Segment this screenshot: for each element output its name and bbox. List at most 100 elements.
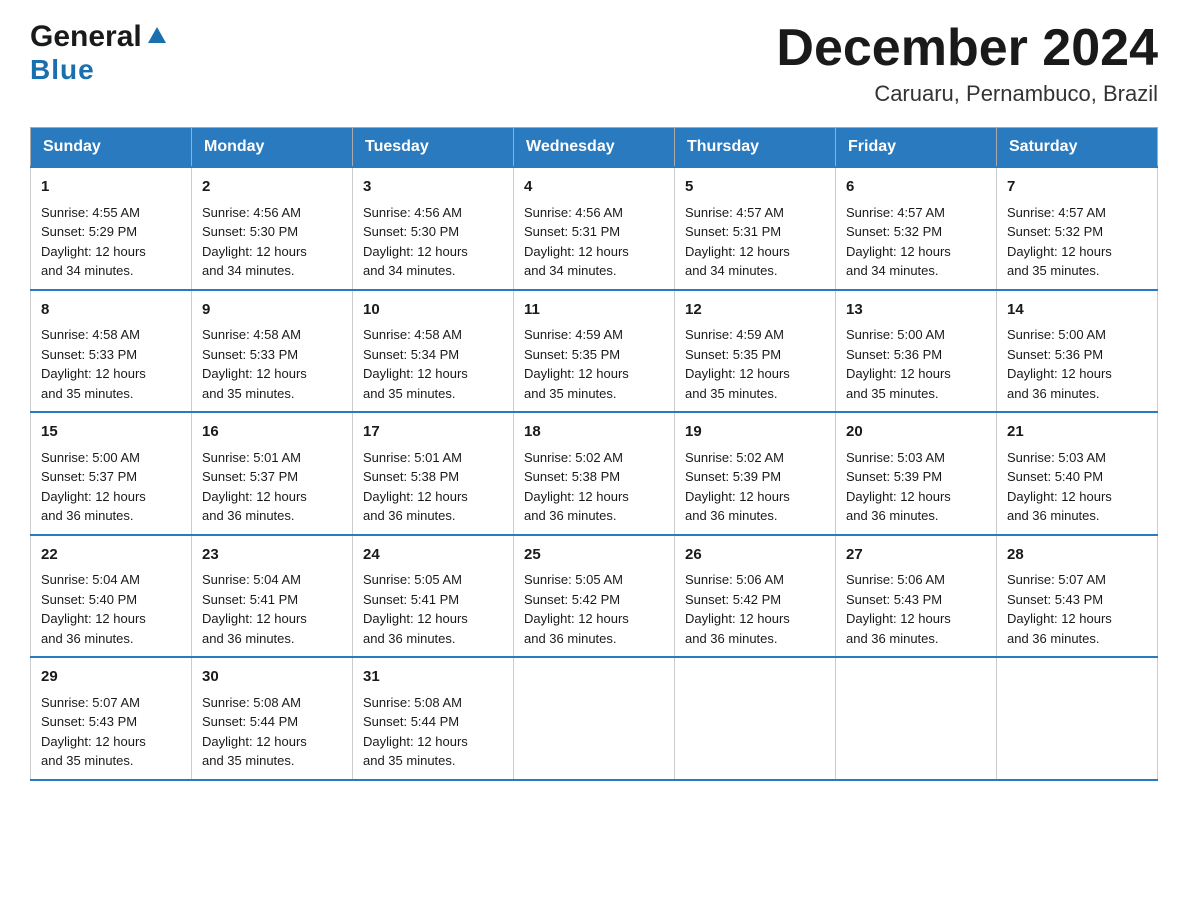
- day-info: Sunrise: 4:55 AM Sunset: 5:29 PM Dayligh…: [41, 203, 181, 281]
- day-info: Sunrise: 5:08 AM Sunset: 5:44 PM Dayligh…: [202, 693, 342, 771]
- day-number: 8: [41, 299, 181, 322]
- day-info: Sunrise: 4:59 AM Sunset: 5:35 PM Dayligh…: [524, 325, 664, 403]
- calendar-cell: 6 Sunrise: 4:57 AM Sunset: 5:32 PM Daylig…: [836, 167, 997, 290]
- day-info: Sunrise: 5:03 AM Sunset: 5:39 PM Dayligh…: [846, 448, 986, 526]
- day-number: 26: [685, 544, 825, 567]
- day-info: Sunrise: 5:03 AM Sunset: 5:40 PM Dayligh…: [1007, 448, 1147, 526]
- calendar-cell: 7 Sunrise: 4:57 AM Sunset: 5:32 PM Daylig…: [997, 167, 1158, 290]
- column-header-tuesday: Tuesday: [353, 128, 514, 168]
- calendar-cell: 13 Sunrise: 5:00 AM Sunset: 5:36 PM Dayli…: [836, 290, 997, 413]
- page-subtitle: Caruaru, Pernambuco, Brazil: [776, 81, 1158, 107]
- day-number: 24: [363, 544, 503, 567]
- day-info: Sunrise: 5:00 AM Sunset: 5:36 PM Dayligh…: [846, 325, 986, 403]
- day-number: 31: [363, 666, 503, 689]
- day-info: Sunrise: 5:07 AM Sunset: 5:43 PM Dayligh…: [1007, 570, 1147, 648]
- day-number: 6: [846, 176, 986, 199]
- day-number: 25: [524, 544, 664, 567]
- column-header-thursday: Thursday: [675, 128, 836, 168]
- day-info: Sunrise: 4:57 AM Sunset: 5:32 PM Dayligh…: [1007, 203, 1147, 281]
- calendar-week-row: 22 Sunrise: 5:04 AM Sunset: 5:40 PM Dayli…: [31, 535, 1158, 658]
- calendar-cell: [836, 657, 997, 780]
- day-info: Sunrise: 5:02 AM Sunset: 5:38 PM Dayligh…: [524, 448, 664, 526]
- logo-general: General: [30, 20, 142, 54]
- calendar-cell: 5Sunrise: 4:57 AM Sunset: 5:31 PM Daylig…: [675, 167, 836, 290]
- day-info: Sunrise: 5:04 AM Sunset: 5:41 PM Dayligh…: [202, 570, 342, 648]
- day-info: Sunrise: 5:01 AM Sunset: 5:37 PM Dayligh…: [202, 448, 342, 526]
- day-number: 30: [202, 666, 342, 689]
- day-number: 22: [41, 544, 181, 567]
- calendar-cell: 25 Sunrise: 5:05 AM Sunset: 5:42 PM Dayli…: [514, 535, 675, 658]
- day-number: 17: [363, 421, 503, 444]
- day-info: Sunrise: 5:02 AM Sunset: 5:39 PM Dayligh…: [685, 448, 825, 526]
- calendar-header-row: SundayMondayTuesdayWednesdayThursdayFrid…: [31, 128, 1158, 168]
- day-info: Sunrise: 4:58 AM Sunset: 5:34 PM Dayligh…: [363, 325, 503, 403]
- day-info: Sunrise: 5:01 AM Sunset: 5:38 PM Dayligh…: [363, 448, 503, 526]
- day-number: 13: [846, 299, 986, 322]
- day-info: Sunrise: 5:08 AM Sunset: 5:44 PM Dayligh…: [363, 693, 503, 771]
- title-block: December 2024 Caruaru, Pernambuco, Brazi…: [776, 20, 1158, 107]
- day-number: 20: [846, 421, 986, 444]
- calendar-cell: 18 Sunrise: 5:02 AM Sunset: 5:38 PM Dayli…: [514, 412, 675, 535]
- calendar-cell: 30 Sunrise: 5:08 AM Sunset: 5:44 PM Dayli…: [192, 657, 353, 780]
- day-info: Sunrise: 5:00 AM Sunset: 5:37 PM Dayligh…: [41, 448, 181, 526]
- day-number: 5: [685, 176, 825, 199]
- calendar-cell: 31 Sunrise: 5:08 AM Sunset: 5:44 PM Dayli…: [353, 657, 514, 780]
- day-info: Sunrise: 5:06 AM Sunset: 5:42 PM Dayligh…: [685, 570, 825, 648]
- day-info: Sunrise: 5:00 AM Sunset: 5:36 PM Dayligh…: [1007, 325, 1147, 403]
- page-header: General Blue December 2024 Caruaru, Pern…: [30, 20, 1158, 107]
- day-info: Sunrise: 4:59 AM Sunset: 5:35 PM Dayligh…: [685, 325, 825, 403]
- day-number: 12: [685, 299, 825, 322]
- day-number: 2: [202, 176, 342, 199]
- calendar-cell: 28 Sunrise: 5:07 AM Sunset: 5:43 PM Dayli…: [997, 535, 1158, 658]
- day-number: 21: [1007, 421, 1147, 444]
- day-number: 4: [524, 176, 664, 199]
- calendar-cell: 17 Sunrise: 5:01 AM Sunset: 5:38 PM Dayli…: [353, 412, 514, 535]
- day-number: 3: [363, 176, 503, 199]
- day-number: 9: [202, 299, 342, 322]
- calendar-cell: 9 Sunrise: 4:58 AM Sunset: 5:33 PM Daylig…: [192, 290, 353, 413]
- day-info: Sunrise: 4:58 AM Sunset: 5:33 PM Dayligh…: [41, 325, 181, 403]
- column-header-wednesday: Wednesday: [514, 128, 675, 168]
- day-info: Sunrise: 4:58 AM Sunset: 5:33 PM Dayligh…: [202, 325, 342, 403]
- day-number: 23: [202, 544, 342, 567]
- day-number: 16: [202, 421, 342, 444]
- day-info: Sunrise: 5:05 AM Sunset: 5:42 PM Dayligh…: [524, 570, 664, 648]
- calendar-cell: 3 Sunrise: 4:56 AM Sunset: 5:30 PM Daylig…: [353, 167, 514, 290]
- column-header-sunday: Sunday: [31, 128, 192, 168]
- calendar-cell: [514, 657, 675, 780]
- calendar-week-row: 15 Sunrise: 5:00 AM Sunset: 5:37 PM Dayli…: [31, 412, 1158, 535]
- calendar-cell: 1Sunrise: 4:55 AM Sunset: 5:29 PM Daylig…: [31, 167, 192, 290]
- day-number: 18: [524, 421, 664, 444]
- day-number: 28: [1007, 544, 1147, 567]
- day-number: 10: [363, 299, 503, 322]
- column-header-saturday: Saturday: [997, 128, 1158, 168]
- calendar-week-row: 29Sunrise: 5:07 AM Sunset: 5:43 PM Dayli…: [31, 657, 1158, 780]
- logo-blue: Blue: [30, 56, 95, 84]
- day-number: 15: [41, 421, 181, 444]
- calendar-table: SundayMondayTuesdayWednesdayThursdayFrid…: [30, 127, 1158, 781]
- day-info: Sunrise: 4:57 AM Sunset: 5:32 PM Dayligh…: [846, 203, 986, 281]
- day-number: 27: [846, 544, 986, 567]
- column-header-monday: Monday: [192, 128, 353, 168]
- calendar-cell: 20 Sunrise: 5:03 AM Sunset: 5:39 PM Dayli…: [836, 412, 997, 535]
- day-number: 7: [1007, 176, 1147, 199]
- calendar-cell: 10 Sunrise: 4:58 AM Sunset: 5:34 PM Dayli…: [353, 290, 514, 413]
- logo: General Blue: [30, 20, 170, 84]
- calendar-cell: 12 Sunrise: 4:59 AM Sunset: 5:35 PM Dayli…: [675, 290, 836, 413]
- day-info: Sunrise: 5:06 AM Sunset: 5:43 PM Dayligh…: [846, 570, 986, 648]
- calendar-cell: 8 Sunrise: 4:58 AM Sunset: 5:33 PM Daylig…: [31, 290, 192, 413]
- day-info: Sunrise: 5:04 AM Sunset: 5:40 PM Dayligh…: [41, 570, 181, 648]
- calendar-cell: 11 Sunrise: 4:59 AM Sunset: 5:35 PM Dayli…: [514, 290, 675, 413]
- day-number: 11: [524, 299, 664, 322]
- calendar-cell: 22 Sunrise: 5:04 AM Sunset: 5:40 PM Dayli…: [31, 535, 192, 658]
- calendar-week-row: 1Sunrise: 4:55 AM Sunset: 5:29 PM Daylig…: [31, 167, 1158, 290]
- calendar-cell: 21 Sunrise: 5:03 AM Sunset: 5:40 PM Dayli…: [997, 412, 1158, 535]
- day-info: Sunrise: 4:56 AM Sunset: 5:30 PM Dayligh…: [202, 203, 342, 281]
- calendar-cell: 24Sunrise: 5:05 AM Sunset: 5:41 PM Dayli…: [353, 535, 514, 658]
- day-info: Sunrise: 5:07 AM Sunset: 5:43 PM Dayligh…: [41, 693, 181, 771]
- calendar-cell: 15 Sunrise: 5:00 AM Sunset: 5:37 PM Dayli…: [31, 412, 192, 535]
- calendar-cell: 16 Sunrise: 5:01 AM Sunset: 5:37 PM Dayli…: [192, 412, 353, 535]
- day-info: Sunrise: 4:56 AM Sunset: 5:30 PM Dayligh…: [363, 203, 503, 281]
- calendar-cell: 27 Sunrise: 5:06 AM Sunset: 5:43 PM Dayli…: [836, 535, 997, 658]
- calendar-cell: 14Sunrise: 5:00 AM Sunset: 5:36 PM Dayli…: [997, 290, 1158, 413]
